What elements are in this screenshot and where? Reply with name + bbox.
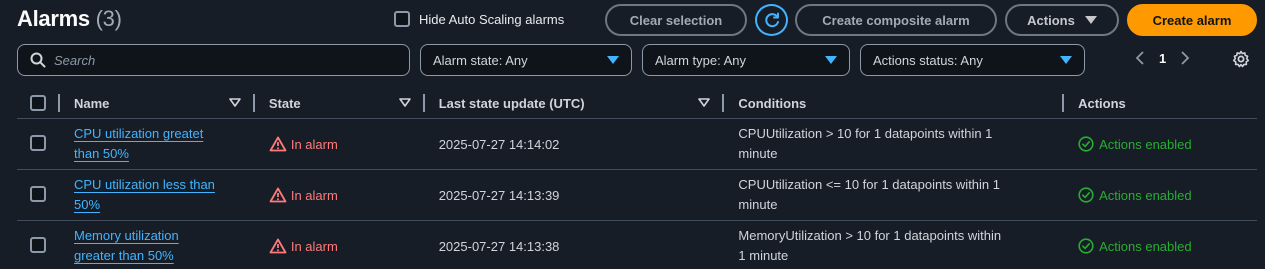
hide-autoscaling-toggle[interactable]: Hide Auto Scaling alarms [394, 11, 564, 27]
column-label-name: Name [74, 95, 110, 111]
column-label-state: State [268, 95, 301, 111]
alarm-state-value: Alarm state: Any [433, 52, 528, 68]
column-divider [722, 94, 725, 112]
hide-autoscaling-checkbox[interactable] [394, 11, 410, 27]
refresh-button[interactable] [755, 4, 788, 36]
last-update-value: 2025-07-27 14:13:38 [438, 238, 560, 254]
actions-dropdown-label: Actions [1027, 12, 1075, 28]
state-text: In alarm [290, 136, 338, 152]
check-circle-icon [1078, 187, 1094, 203]
column-label-last-update: Last state update (UTC) [438, 95, 585, 111]
create-alarm-button[interactable]: Create alarm [1127, 4, 1257, 36]
column-label-conditions: Conditions [738, 95, 807, 111]
row-checkbox[interactable] [30, 134, 46, 151]
clear-selection-button[interactable]: Clear selection [605, 4, 747, 36]
table-row: Memory utilization greater than 50% In al… [17, 220, 1257, 269]
search-icon [30, 52, 46, 68]
pagination: 1 [1135, 50, 1190, 66]
alarms-table: Name State Last state update (UTC) Condi… [17, 88, 1257, 269]
alarm-name-link[interactable]: Memory utilization greater than 50% [74, 228, 179, 263]
page-number[interactable]: 1 [1159, 51, 1166, 66]
actions-status-text: Actions enabled [1099, 187, 1192, 203]
caret-down-icon [1084, 16, 1097, 24]
table-row: CPU utilization greatet than 50% In alarm… [17, 118, 1257, 170]
table-header-row: Name State Last state update (UTC) Condi… [17, 88, 1257, 119]
search-input[interactable]: Search [17, 44, 410, 76]
actions-status: Actions enabled [1078, 187, 1257, 203]
column-header-last-update[interactable]: Last state update (UTC) [422, 88, 723, 119]
column-divider [422, 94, 425, 112]
warning-icon [269, 238, 287, 254]
row-checkbox[interactable] [30, 236, 46, 253]
sort-caret-icon[interactable] [698, 98, 711, 108]
column-divider [252, 94, 255, 112]
condition-text: MemoryUtilization > 10 for 1 datapoints … [738, 228, 1002, 263]
actions-status-value: Actions status: Any [873, 52, 983, 68]
create-composite-alarm-button[interactable]: Create composite alarm [795, 4, 997, 36]
state-badge: In alarm [269, 136, 423, 152]
chevron-left-icon[interactable] [1135, 50, 1145, 66]
column-label-actions: Actions [1078, 95, 1126, 111]
warning-icon [269, 136, 287, 152]
actions-dropdown-button[interactable]: Actions [1005, 4, 1119, 36]
search-placeholder: Search [54, 52, 96, 68]
actions-status: Actions enabled [1078, 136, 1257, 152]
refresh-icon [764, 12, 779, 28]
alarm-type-select[interactable]: Alarm type: Any [642, 44, 850, 76]
condition-text: CPUUtilization <= 10 for 1 datapoints wi… [738, 177, 1000, 212]
sort-caret-icon[interactable] [398, 98, 411, 108]
check-circle-icon [1078, 238, 1094, 254]
actions-status-text: Actions enabled [1099, 136, 1192, 152]
last-update-value: 2025-07-27 14:14:02 [438, 136, 560, 152]
sort-caret-icon[interactable] [229, 98, 241, 108]
column-header-conditions: Conditions [722, 88, 1063, 119]
actions-status-select[interactable]: Actions status: Any [860, 44, 1085, 76]
hide-autoscaling-label: Hide Auto Scaling alarms [419, 11, 565, 27]
alarm-name-link[interactable]: CPU utilization greatet than 50% [74, 126, 203, 161]
condition-text: CPUUtilization > 10 for 1 datapoints wit… [738, 126, 993, 161]
check-circle-icon [1078, 136, 1094, 152]
alarm-count: (3) [95, 6, 122, 31]
last-update-value: 2025-07-27 14:13:39 [438, 187, 560, 203]
state-badge: In alarm [269, 238, 423, 254]
caret-down-icon [825, 56, 837, 64]
caret-down-icon [607, 56, 619, 64]
alarm-state-select[interactable]: Alarm state: Any [420, 44, 632, 76]
gear-icon [1232, 50, 1250, 68]
table-settings-button[interactable] [1232, 50, 1250, 71]
alarm-type-value: Alarm type: Any [655, 52, 747, 68]
warning-icon [269, 187, 287, 203]
select-all-checkbox[interactable] [30, 95, 46, 111]
state-badge: In alarm [269, 187, 423, 203]
column-header-actions: Actions [1062, 88, 1257, 119]
column-header-name[interactable]: Name [58, 88, 253, 119]
page-title: Alarms (3) [17, 6, 122, 32]
page-title-text: Alarms [17, 6, 90, 31]
alarm-name-link[interactable]: CPU utilization less than 50% [74, 177, 215, 212]
row-checkbox[interactable] [30, 185, 46, 202]
header-bar: Alarms (3) Hide Auto Scaling alarms Clea… [0, 0, 1265, 40]
caret-down-icon [1060, 56, 1072, 64]
state-text: In alarm [290, 187, 338, 203]
chevron-right-icon[interactable] [1180, 50, 1190, 66]
column-header-state[interactable]: State [252, 88, 423, 119]
state-text: In alarm [290, 238, 338, 254]
table-row: CPU utilization less than 50% In alarm 20… [17, 169, 1257, 221]
column-divider [1062, 94, 1065, 112]
column-divider [58, 94, 60, 112]
actions-status-text: Actions enabled [1099, 238, 1192, 254]
actions-status: Actions enabled [1078, 238, 1257, 254]
select-all-header [17, 88, 58, 119]
